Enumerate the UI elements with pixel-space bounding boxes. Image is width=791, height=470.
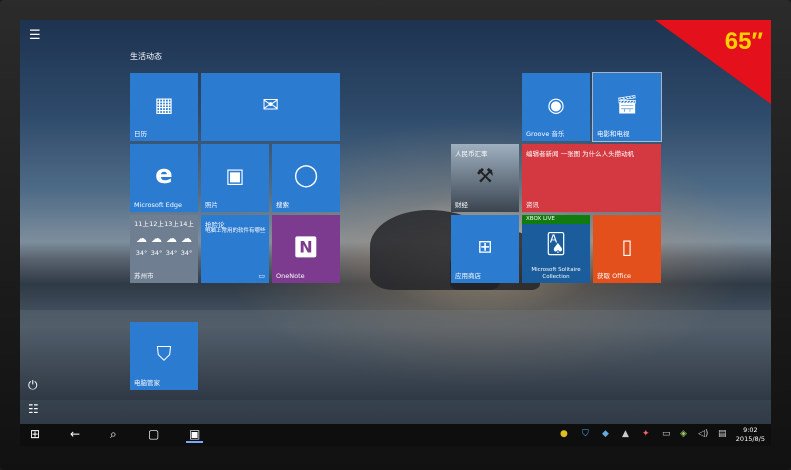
tile-label: Microsoft Solitaire Collection	[531, 267, 581, 280]
task-view-icon[interactable]: ▢	[148, 427, 159, 441]
tray-app-icon[interactable]: ▲	[622, 429, 629, 439]
groove-tile[interactable]: ◉ Groove 音乐	[522, 73, 590, 141]
cloud-rain-icon: ☁	[136, 232, 147, 245]
news-body: 电脑上常用的软件有哪些	[205, 228, 266, 234]
desktop-screen: ☰ 生活动态 ▦ 日历 ✉ e Microsoft Edge ▣ 照片 ◯ 搜索…	[20, 20, 771, 446]
weather-temp: 34°	[135, 249, 148, 257]
news-tile[interactable]: 抢险论 电脑上常用的软件有哪些 ▭	[201, 215, 269, 283]
calendar-tile[interactable]: ▦ 日历	[130, 73, 198, 141]
tile-label: 电脑管家	[134, 379, 160, 387]
clock-time: 9:02	[743, 426, 758, 434]
notification-icon[interactable]: ▤	[718, 429, 727, 439]
music-disc-icon: ◉	[547, 92, 565, 117]
weather-day: 11上	[134, 220, 149, 228]
shield-icon: ⛉	[156, 341, 172, 366]
tile-label: OneNote	[276, 272, 305, 280]
onenote-tile[interactable]: N OneNote	[272, 215, 340, 283]
finance-headline: 人民币汇率	[455, 150, 488, 158]
weather-tile[interactable]: 11上 12上 13上 14上 ☁ ☁ ☁ ☁ 34° 34° 34° 34° …	[130, 215, 198, 283]
mail-tile[interactable]: ✉	[201, 73, 340, 141]
mail-icon: ✉	[262, 92, 279, 117]
weather-days: 11上 12上 13上 14上	[134, 218, 194, 228]
cloud-rain-icon: ☁	[166, 232, 177, 245]
news-icon: ▭	[258, 272, 265, 280]
tile-label: 搜索	[276, 201, 289, 209]
store-tile[interactable]: ⊞ 应用商店	[451, 215, 519, 283]
clock-date: 2015/8/5	[735, 435, 765, 443]
tile-label: Groove 音乐	[526, 130, 565, 138]
tray-app-icon[interactable]: ◈	[680, 429, 687, 439]
pinned-app-icon[interactable]: ▣	[186, 427, 204, 443]
tile-label: 资讯	[526, 201, 539, 209]
tile-label: 照片	[205, 201, 218, 209]
tray-shield-icon[interactable]: ⛉	[582, 429, 589, 439]
tile-label: 获取 Office	[597, 272, 632, 280]
weather-day: 13上	[164, 220, 179, 228]
all-apps-icon[interactable]: ☷	[28, 402, 39, 416]
office-tile[interactable]: ▯ 获取 Office	[593, 215, 661, 283]
news-info-tile[interactable]: 编辑者新闻 一张图 为什么人头攒动机 资讯	[522, 144, 661, 212]
weather-temp: 34°	[150, 249, 163, 257]
onenote-icon: N	[295, 236, 317, 258]
playing-cards-icon: 🂡︎	[545, 231, 567, 256]
pc-manager-tile[interactable]: ⛉ 电脑管家	[130, 322, 198, 390]
clapperboard-icon: 🎬︎	[615, 94, 639, 116]
tile-label: 日历	[134, 130, 147, 138]
taskbar: ⊞ ← ⌕ ▢ ▣ ● ⛉ ◆ ▲ ✦ ▭ ◈ ◁) ▤ 9:02 2015/8…	[20, 424, 771, 446]
cloud-rain-icon: ☁	[181, 232, 192, 245]
back-arrow-icon[interactable]: ←	[70, 427, 80, 441]
taskbar-clock[interactable]: 9:02 2015/8/5	[736, 426, 765, 444]
info-headline: 编辑者新闻 一张图 为什么人头攒动机	[526, 150, 635, 158]
weather-icons: ☁ ☁ ☁ ☁	[134, 232, 194, 245]
cloud-rain-icon: ☁	[151, 232, 162, 245]
edge-tile[interactable]: e Microsoft Edge	[130, 144, 198, 212]
search-icon[interactable]: ⌕	[110, 427, 117, 442]
hamburger-menu-icon[interactable]: ☰	[29, 28, 41, 43]
cortana-tile[interactable]: ◯ 搜索	[272, 144, 340, 212]
solitaire-tile[interactable]: XBOX LIVE 🂡︎ Microsoft Solitaire Collect…	[522, 215, 590, 283]
power-icon[interactable]: ⏻	[28, 378, 38, 393]
weather-day: 14上	[179, 220, 194, 228]
tile-label: 应用商店	[455, 272, 481, 280]
tray-app-icon[interactable]: ✦	[642, 429, 650, 439]
xbox-live-badge: XBOX LIVE	[522, 215, 590, 224]
weather-day: 12上	[149, 220, 164, 228]
cortana-icon: ◯	[293, 163, 319, 188]
tray-app-icon[interactable]: ◆	[602, 429, 609, 439]
calendar-icon: ▦	[154, 92, 174, 117]
weather-temp: 34°	[180, 249, 193, 257]
weather-temps: 34° 34° 34° 34°	[134, 249, 194, 257]
tile-label: 苏州市	[134, 272, 154, 280]
tile-group-title: 生活动态	[130, 52, 162, 61]
size-badge-text: 65″	[724, 28, 763, 55]
finance-tile[interactable]: 人民币汇率 ⚒ 财经	[451, 144, 519, 212]
movies-tile[interactable]: 🎬︎ 电影和电视	[592, 72, 662, 142]
tile-label: 电影和电视	[597, 130, 630, 138]
tile-label: 财经	[455, 201, 468, 209]
tile-label: Microsoft Edge	[134, 201, 183, 209]
windows-start-icon[interactable]: ⊞	[30, 427, 40, 441]
edge-icon: e	[155, 160, 173, 190]
weather-temp: 34°	[165, 249, 178, 257]
photos-tile[interactable]: ▣ 照片	[201, 144, 269, 212]
volume-icon[interactable]: ◁)	[698, 429, 708, 439]
photos-icon: ▣	[225, 163, 245, 188]
tray-app-icon[interactable]: ▭	[662, 429, 671, 439]
tray-app-icon[interactable]: ●	[560, 429, 568, 439]
crane-silhouette-icon: ⚒	[476, 163, 494, 188]
office-icon: ▯	[621, 234, 633, 259]
store-bag-icon: ⊞	[477, 236, 493, 258]
